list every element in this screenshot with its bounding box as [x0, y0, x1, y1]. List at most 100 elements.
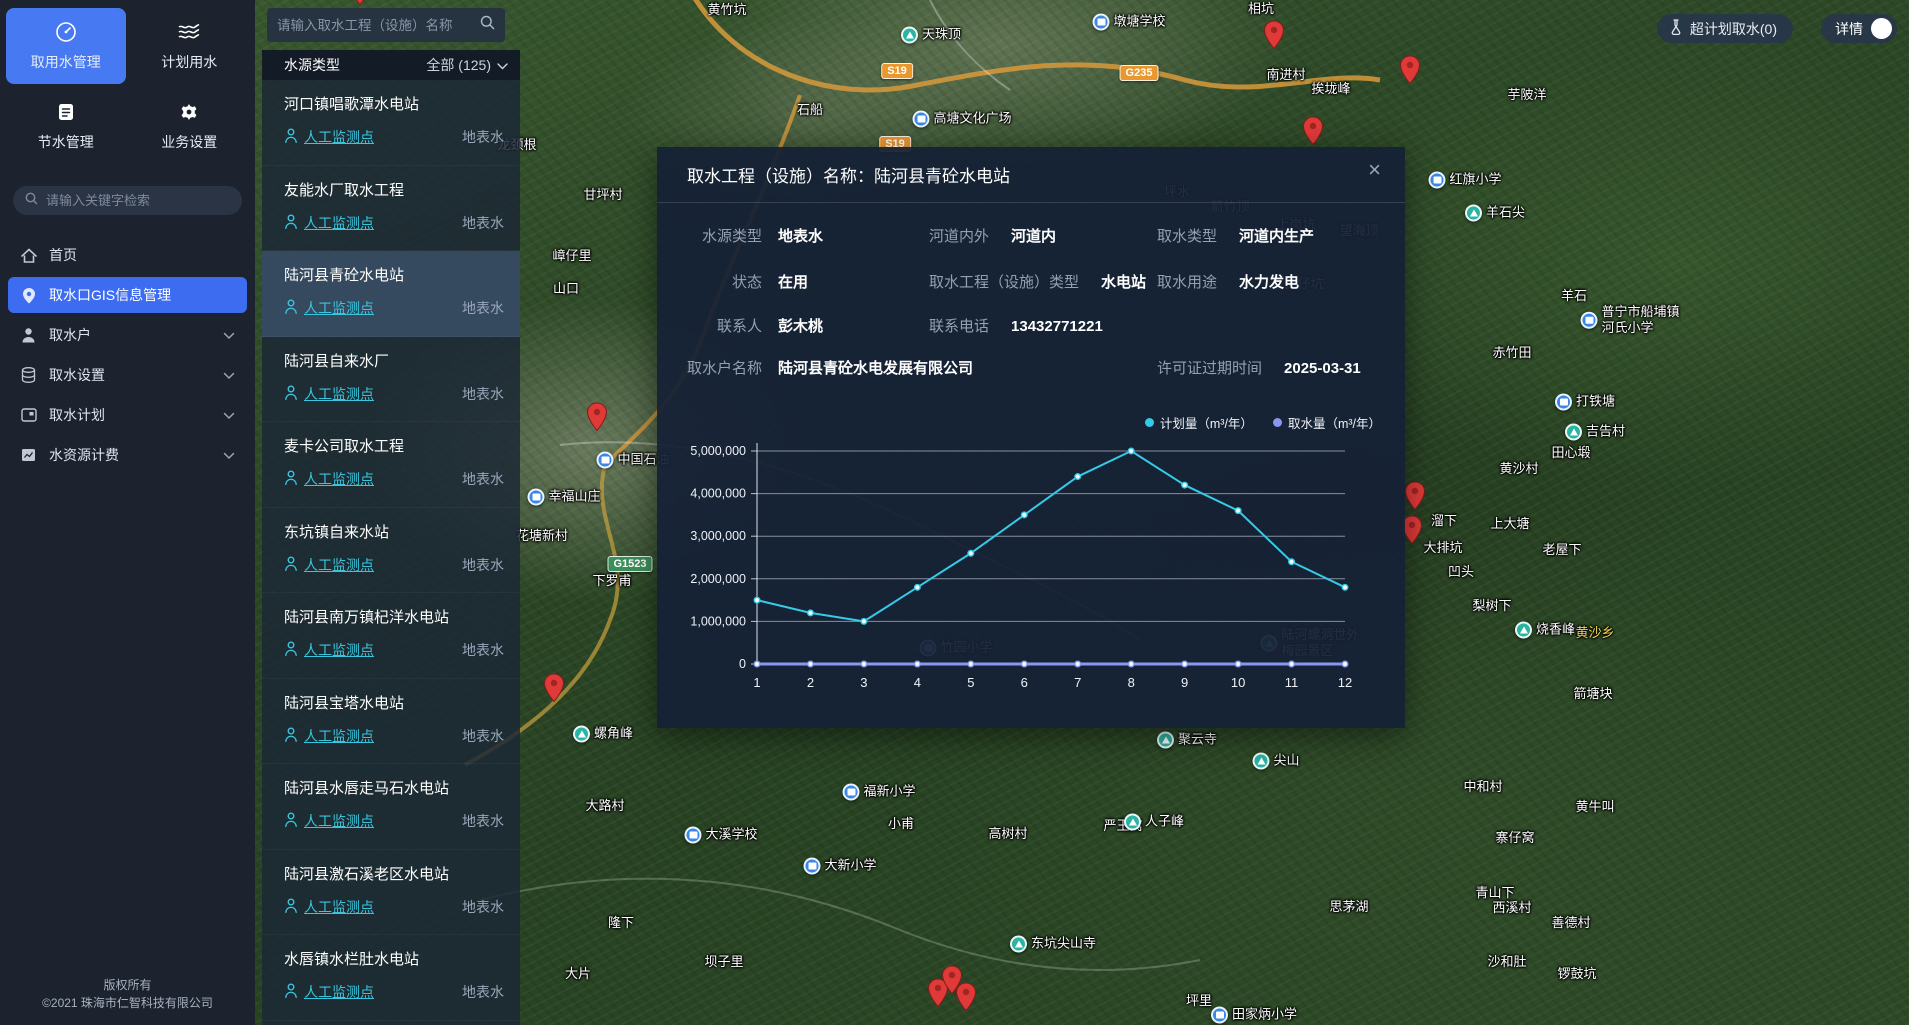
poi-marker-icon[interactable]	[1092, 14, 1109, 31]
poi-marker-icon[interactable]	[527, 489, 544, 506]
map-place-label: 黄竹坑	[707, 2, 746, 18]
water-source-filter[interactable]: 水源类型 全部 (125)	[262, 50, 520, 80]
map-poi-label[interactable]: 打铁塘	[1555, 394, 1615, 411]
manual-monitor-link[interactable]: 人工监测点	[284, 726, 374, 746]
detail-field: 取水类型河道内生产	[1157, 225, 1314, 246]
poi-marker-icon[interactable]	[1515, 622, 1532, 639]
manual-monitor-link[interactable]: 人工监测点	[284, 127, 374, 147]
manual-monitor-link[interactable]: 人工监测点	[284, 982, 374, 1002]
sidebar-item-4[interactable]: 取水设置	[8, 357, 247, 393]
station-list-item[interactable]: 陆河县自来水厂人工监测点地表水	[262, 337, 520, 423]
poi-marker-icon[interactable]	[1580, 312, 1597, 329]
map-poi-label[interactable]: 烧香峰	[1515, 622, 1575, 639]
station-list-item[interactable]: 陆河县水唇走马石水电站人工监测点地表水	[262, 764, 520, 850]
map-poi-label[interactable]: 东坑尖山寺	[1010, 936, 1096, 953]
map-pin-icon[interactable]	[1399, 55, 1421, 85]
map-pin-icon[interactable]	[955, 982, 977, 1012]
sidebar-item-2[interactable]: 取水口GIS信息管理	[8, 277, 247, 313]
map-poi-label[interactable]: 聚云寺	[1157, 732, 1217, 749]
sidebar-item-3[interactable]: 取水户	[8, 317, 247, 353]
sidebar-item-5[interactable]: 取水计划	[8, 397, 247, 433]
poi-marker-icon[interactable]	[1428, 172, 1445, 189]
module-button-3[interactable]: 节水管理	[6, 88, 126, 164]
poi-marker-icon[interactable]	[1124, 814, 1141, 831]
module-button-2[interactable]: 计划用水	[130, 8, 250, 84]
close-icon[interactable]: ×	[1368, 159, 1381, 181]
map-pin-icon[interactable]	[543, 673, 565, 703]
poi-marker-icon[interactable]	[1465, 205, 1482, 222]
map-poi-label[interactable]: 大溪学校	[684, 827, 757, 844]
manual-monitor-link[interactable]: 人工监测点	[284, 811, 374, 831]
station-list-item[interactable]: 河口镇唱歌潭水电站人工监测点地表水	[262, 80, 520, 166]
chevron-down-icon	[223, 407, 235, 423]
poi-marker-icon[interactable]	[842, 784, 859, 801]
manual-monitor-link[interactable]: 人工监测点	[284, 555, 374, 575]
map-poi-label[interactable]: 天珠顶	[901, 27, 961, 44]
map-poi-label[interactable]: 大新小学	[803, 858, 876, 875]
poi-marker-icon[interactable]	[912, 111, 929, 128]
map-poi-label[interactable]: 福新小学	[842, 784, 915, 801]
manual-monitor-link[interactable]: 人工监测点	[284, 384, 374, 404]
poi-marker-icon[interactable]	[803, 858, 820, 875]
station-list-item[interactable]: 水唇镇水栏肚水电站人工监测点地表水	[262, 935, 520, 1021]
map-pin-icon[interactable]	[1302, 116, 1324, 146]
legend-item[interactable]: 取水量（m³/年）	[1273, 413, 1381, 432]
sidebar-search-input[interactable]	[46, 193, 230, 208]
poi-marker-icon[interactable]	[1252, 753, 1269, 770]
map-poi-label[interactable]: 幸福山庄	[527, 489, 600, 506]
poi-marker-icon[interactable]	[1555, 394, 1572, 411]
map-poi-label[interactable]: 羊石尖	[1465, 205, 1525, 222]
station-search[interactable]	[267, 8, 505, 42]
map-poi-label[interactable]: 尖山	[1252, 753, 1299, 770]
poi-marker-icon[interactable]	[1010, 936, 1027, 953]
sidebar-search[interactable]	[13, 186, 242, 215]
road-shield: G1523	[607, 556, 652, 572]
module-button-1[interactable]: 取用水管理	[6, 8, 126, 84]
manual-monitor-link[interactable]: 人工监测点	[284, 640, 374, 660]
map-poi-label[interactable]: 吉告村	[1565, 424, 1625, 441]
module-button-4[interactable]: 业务设置	[130, 88, 250, 164]
map-poi-label[interactable]: 红旗小学	[1428, 172, 1501, 189]
map-poi-label[interactable]: 普宁市船埔镇 河氏小学	[1580, 304, 1679, 337]
map-poi-label[interactable]: 高塘文化广场	[912, 111, 1011, 128]
map-pin-icon[interactable]	[349, 0, 371, 6]
station-name: 陆河县宝塔水电站	[284, 692, 504, 713]
poi-marker-icon[interactable]	[1157, 732, 1174, 749]
map-poi-label[interactable]: 螺角峰	[573, 726, 633, 743]
over-plan-button[interactable]: 超计划取水(0)	[1657, 14, 1793, 43]
search-icon[interactable]	[480, 15, 495, 35]
station-list-item[interactable]: 陆河县激石溪老区水电站人工监测点地表水	[262, 850, 520, 936]
poi-marker-icon[interactable]	[1211, 1007, 1228, 1024]
map-pin-icon[interactable]	[586, 402, 608, 432]
station-list-item[interactable]: 陆河县青砼水电站人工监测点地表水	[262, 251, 520, 337]
manual-monitor-link[interactable]: 人工监测点	[284, 469, 374, 489]
sidebar-item-6[interactable]: 水资源计费	[8, 437, 247, 473]
field-label: 河道内外	[929, 225, 989, 246]
station-list-item[interactable]: 东坑镇自来水站人工监测点地表水	[262, 508, 520, 594]
map-poi-label[interactable]: 墩塘学校	[1092, 14, 1165, 31]
station-list-item[interactable]: 麦卡公司取水工程人工监测点地表水	[262, 422, 520, 508]
manual-monitor-link[interactable]: 人工监测点	[284, 213, 374, 233]
sidebar-item-1[interactable]: 首页	[8, 237, 247, 273]
manual-monitor-link[interactable]: 人工监测点	[284, 897, 374, 917]
map-pin-icon[interactable]	[1263, 20, 1285, 50]
poi-marker-icon[interactable]	[573, 726, 590, 743]
legend-item[interactable]: 计划量（m³/年）	[1145, 413, 1253, 432]
poi-marker-icon[interactable]	[1565, 424, 1582, 441]
water-type-label: 地表水	[462, 640, 504, 660]
poi-marker-icon[interactable]	[901, 27, 918, 44]
poi-marker-icon[interactable]	[684, 827, 701, 844]
station-list-item[interactable]: 陆河县南万镇杞洋水电站人工监测点地表水	[262, 593, 520, 679]
detail-field: 取水用途水力发电	[1157, 271, 1299, 292]
station-list-item[interactable]: 友能水厂取水工程人工监测点地表水	[262, 166, 520, 252]
map-pin-icon[interactable]	[1404, 481, 1426, 511]
map-poi-label[interactable]: 田家炳小学	[1211, 1007, 1297, 1024]
station-list-item[interactable]: 陆河县宝塔水电站人工监测点地表水	[262, 679, 520, 765]
detail-toggle[interactable]: 详情	[1821, 14, 1897, 43]
person-icon	[284, 727, 298, 745]
station-search-input[interactable]	[277, 18, 480, 33]
map-label-text: 大路村	[585, 798, 624, 814]
map-poi-label[interactable]: 人子峰	[1124, 814, 1184, 831]
poi-marker-icon[interactable]	[596, 452, 613, 469]
manual-monitor-link[interactable]: 人工监测点	[284, 298, 374, 318]
